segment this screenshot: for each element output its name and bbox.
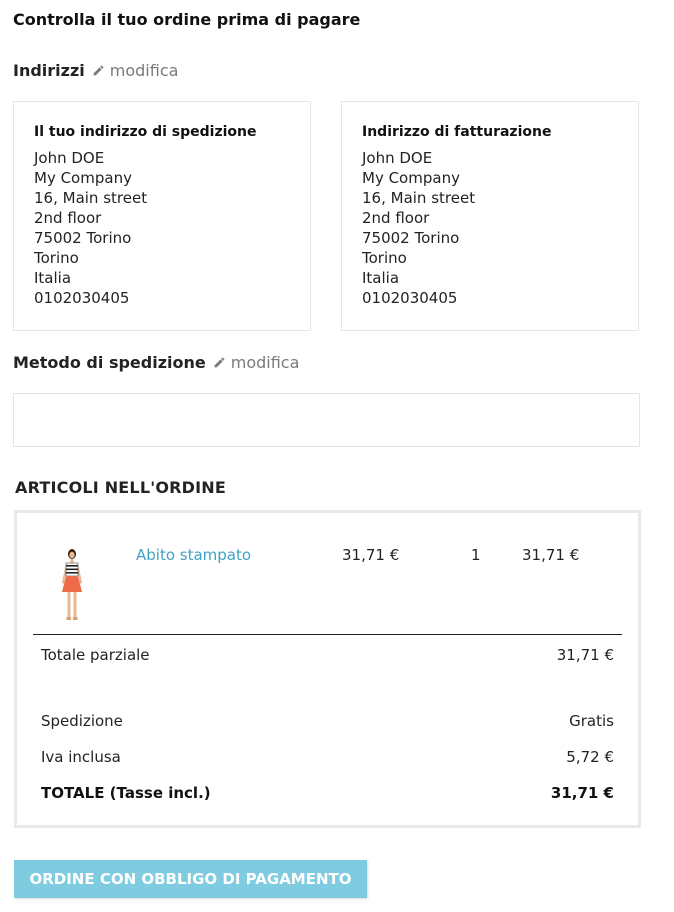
- address-line: 0102030405: [362, 289, 458, 307]
- shipping-method-heading-text: Metodo di spedizione: [13, 353, 206, 372]
- shipping-method-heading: Metodo di spedizione modifica: [13, 353, 299, 372]
- address-line: John DOE: [362, 149, 433, 167]
- total-row: TOTALE (Tasse incl.) 31,71 €: [41, 784, 614, 802]
- total-label: TOTALE (Tasse incl.): [41, 784, 211, 802]
- address-line: 16, Main street: [362, 189, 476, 207]
- order-items-box: Abito stampato 31,71 € 1 31,71 € Totale …: [14, 510, 641, 828]
- product-quantity: 1: [471, 546, 481, 564]
- invoice-address-title: Indirizzo di fatturazione: [362, 124, 552, 140]
- product-name-link[interactable]: Abito stampato: [136, 546, 251, 564]
- product-unit-price: 31,71 €: [342, 546, 400, 564]
- edit-shipping-label[interactable]: modifica: [231, 353, 300, 372]
- address-line: 0102030405: [34, 289, 130, 307]
- address-line: John DOE: [34, 149, 105, 167]
- product-thumbnail[interactable]: [51, 547, 93, 625]
- edit-addresses-link[interactable]: modifica: [92, 61, 179, 80]
- invoice-address-card: Indirizzo di fatturazione John DOE My Co…: [341, 101, 639, 331]
- address-line: 2nd floor: [362, 209, 430, 227]
- subtotal-row: Totale parziale 31,71 €: [41, 646, 614, 664]
- addresses-heading: Indirizzi modifica: [13, 61, 178, 80]
- items-divider: [33, 634, 622, 635]
- page-title: Controlla il tuo ordine prima di pagare: [13, 10, 361, 29]
- pencil-icon: [214, 357, 225, 368]
- shipping-value: Gratis: [569, 712, 614, 730]
- subtotal-label: Totale parziale: [41, 646, 150, 664]
- tax-value: 5,72 €: [566, 748, 614, 766]
- tax-row: Iva inclusa 5,72 €: [41, 748, 614, 766]
- total-value: 31,71 €: [550, 784, 614, 802]
- delivery-address-title: Il tuo indirizzo di spedizione: [34, 124, 257, 140]
- address-line: Torino: [34, 249, 79, 267]
- address-line: 16, Main street: [34, 189, 148, 207]
- address-line: 75002 Torino: [34, 229, 132, 247]
- tax-label: Iva inclusa: [41, 748, 121, 766]
- edit-addresses-label[interactable]: modifica: [110, 61, 179, 80]
- address-line: Italia: [362, 269, 400, 287]
- pencil-icon: [93, 65, 104, 76]
- order-items-heading: ARTICOLI NELL'ORDINE: [15, 478, 226, 497]
- subtotal-value: 31,71 €: [556, 646, 614, 664]
- edit-shipping-link[interactable]: modifica: [213, 353, 300, 372]
- shipping-row: Spedizione Gratis: [41, 712, 614, 730]
- shipping-label: Spedizione: [41, 712, 123, 730]
- address-line: 75002 Torino: [362, 229, 460, 247]
- confirm-order-button[interactable]: ORDINE CON OBBLIGO DI PAGAMENTO: [14, 860, 367, 898]
- delivery-address-card: Il tuo indirizzo di spedizione John DOE …: [13, 101, 311, 331]
- address-line: Italia: [34, 269, 72, 287]
- address-line: My Company: [362, 169, 460, 187]
- address-line: 2nd floor: [34, 209, 102, 227]
- address-line: Torino: [362, 249, 407, 267]
- address-line: My Company: [34, 169, 132, 187]
- addresses-heading-text: Indirizzi: [13, 61, 85, 80]
- product-row: Abito stampato 31,71 € 1 31,71 €: [17, 513, 638, 637]
- product-total-price: 31,71 €: [522, 546, 580, 564]
- shipping-method-box: [13, 393, 640, 447]
